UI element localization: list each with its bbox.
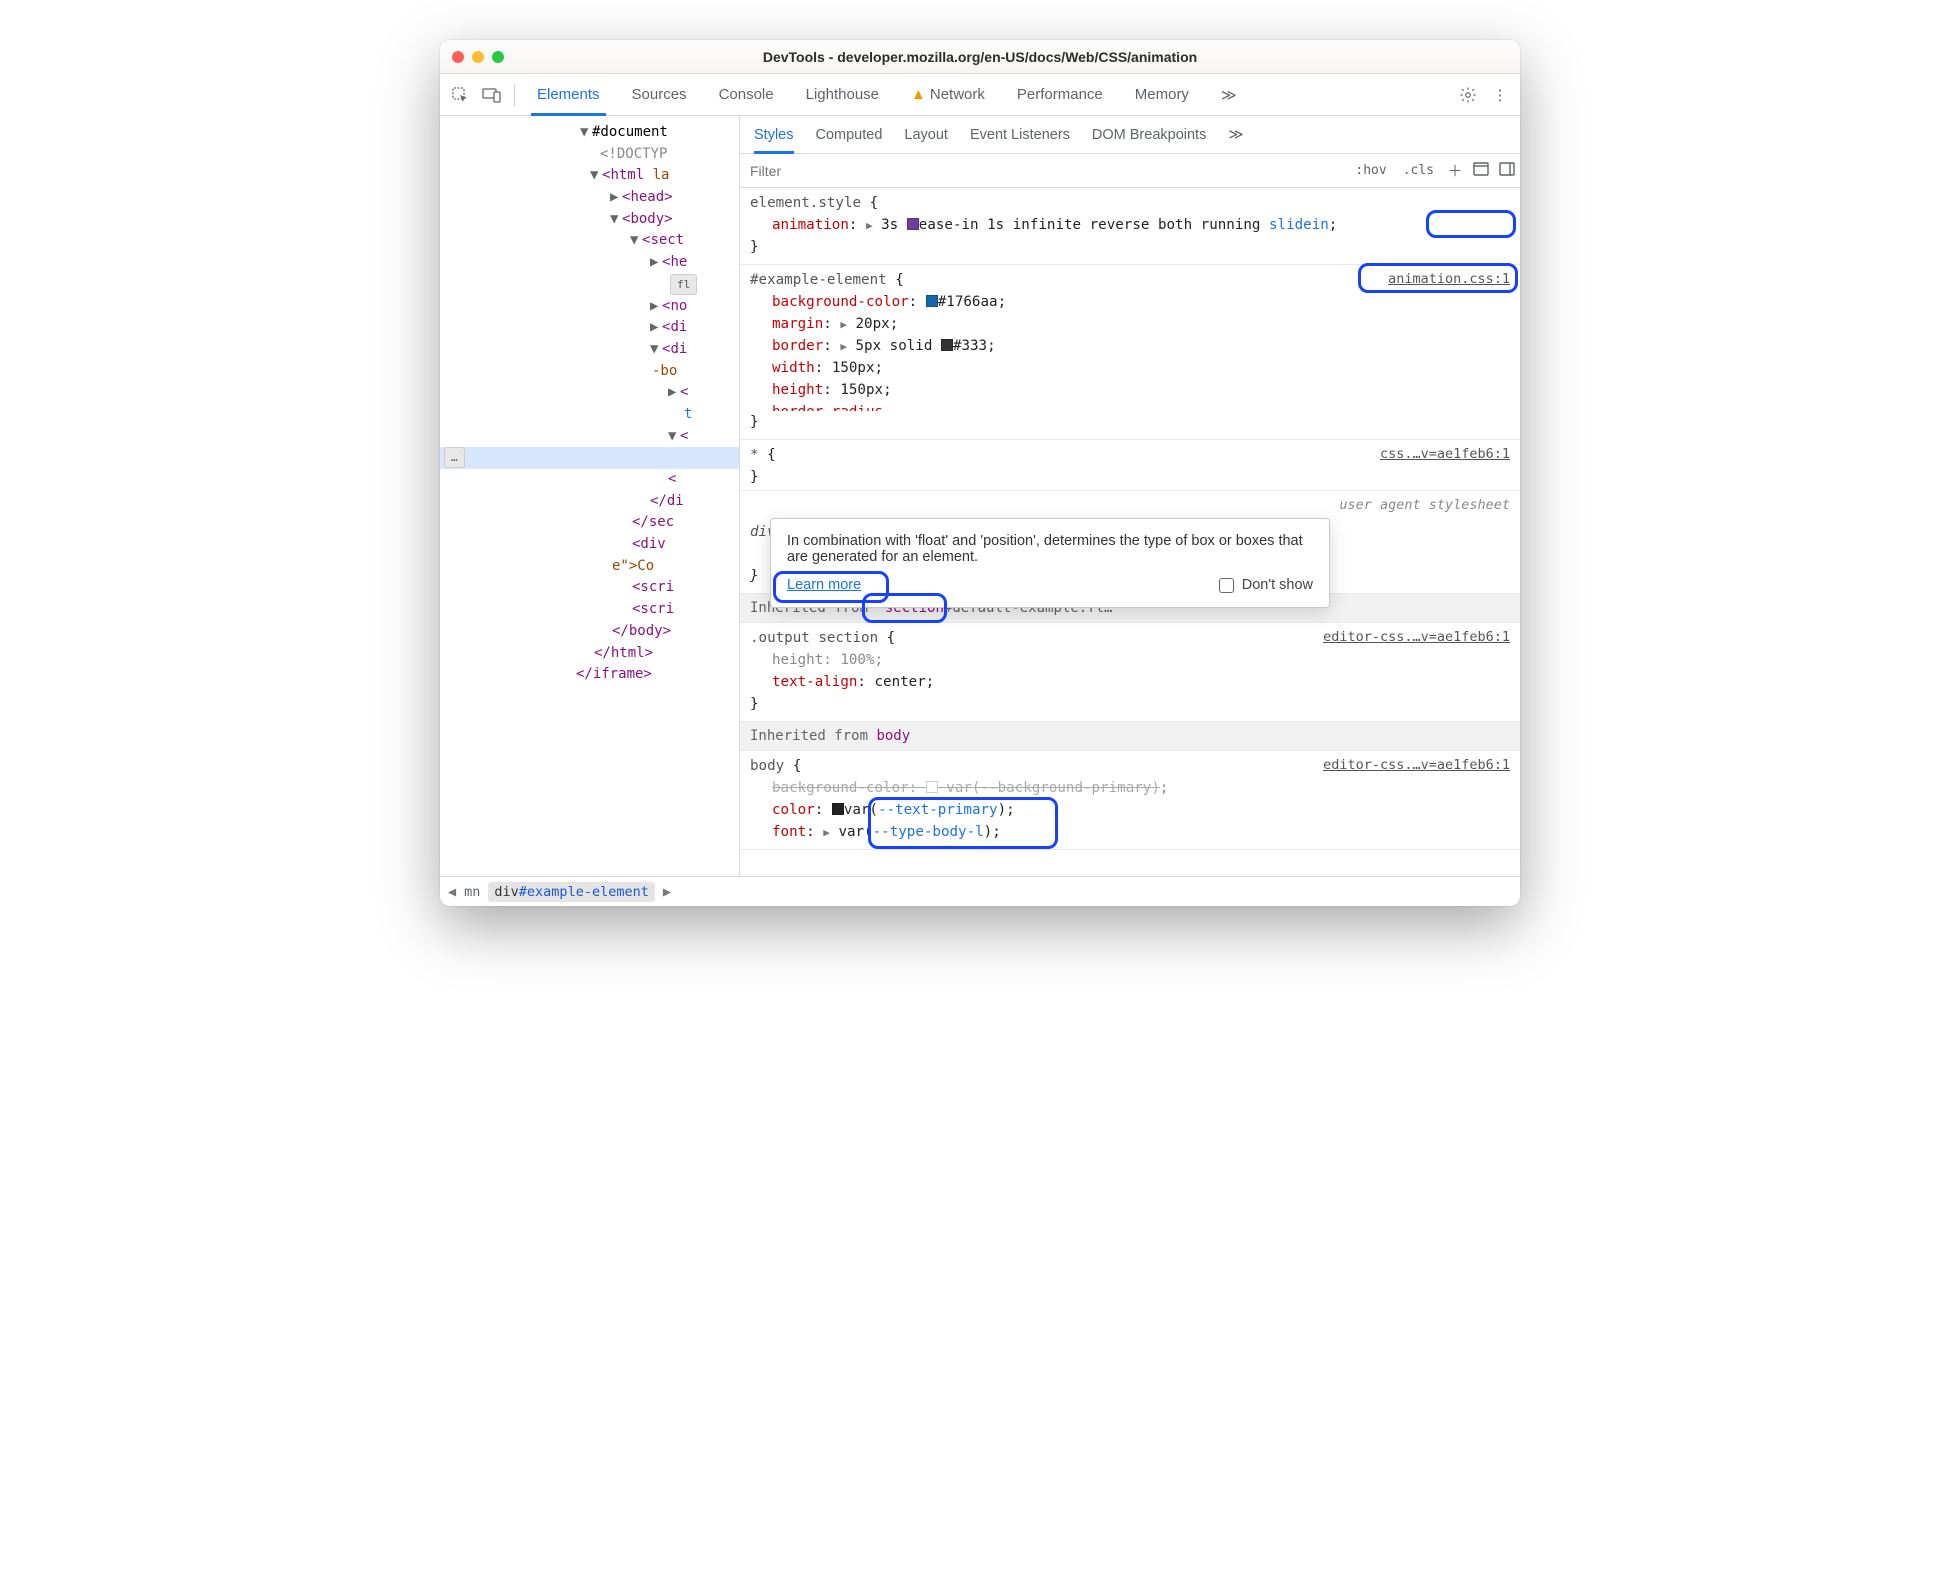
tab-lighthouse[interactable]: Lighthouse bbox=[792, 74, 893, 116]
zoom-window-button[interactable] bbox=[492, 51, 504, 63]
styles-pane: Styles Computed Layout Event Listeners D… bbox=[740, 116, 1520, 876]
minimize-window-button[interactable] bbox=[472, 51, 484, 63]
subtab-computed[interactable]: Computed bbox=[816, 116, 883, 154]
easing-swatch-icon[interactable] bbox=[907, 218, 919, 230]
devtools-window: DevTools - developer.mozilla.org/en-US/d… bbox=[440, 40, 1520, 906]
color-swatch-icon[interactable] bbox=[926, 295, 938, 307]
user-agent-label: user agent stylesheet bbox=[1339, 495, 1510, 516]
window-title: DevTools - developer.mozilla.org/en-US/d… bbox=[440, 49, 1520, 65]
settings-icon[interactable] bbox=[1454, 81, 1482, 109]
learn-more-link[interactable]: Learn more bbox=[787, 577, 861, 593]
tab-console[interactable]: Console bbox=[705, 74, 788, 116]
dont-show-checkbox[interactable]: Don't show bbox=[1219, 577, 1313, 593]
hov-toggle[interactable]: :hov bbox=[1347, 163, 1394, 178]
tabs-overflow[interactable]: ≫ bbox=[1207, 74, 1251, 116]
rule-output-section[interactable]: editor-css.…v=ae1feb6:1 .output section … bbox=[740, 623, 1520, 722]
breadcrumb-left-arrow[interactable]: ◀ bbox=[448, 884, 456, 900]
animation-name-link[interactable]: slidein bbox=[1269, 217, 1329, 233]
toggle-sidebar-icon[interactable] bbox=[1494, 162, 1520, 180]
color-swatch-icon[interactable] bbox=[832, 803, 844, 815]
breadcrumb-bar: ◀ mn div#example-element ▶ bbox=[440, 876, 1520, 906]
css-help-tooltip: In combination with 'float' and 'positio… bbox=[770, 518, 1330, 608]
dom-document-node[interactable]: #document bbox=[592, 124, 668, 140]
tab-performance[interactable]: Performance bbox=[1003, 74, 1117, 116]
new-style-rule-icon[interactable]: ＋ bbox=[1442, 160, 1468, 181]
source-editor-css-1[interactable]: editor-css.…v=ae1feb6:1 bbox=[1323, 627, 1510, 648]
titlebar: DevTools - developer.mozilla.org/en-US/d… bbox=[440, 40, 1520, 74]
selected-ellipsis: … bbox=[444, 447, 465, 468]
dom-tree-panel[interactable]: ▼#document <!DOCTYP ▼<html la ▶<head> ▼<… bbox=[440, 116, 740, 876]
rule-body[interactable]: editor-css.…v=ae1feb6:1 body { backgroun… bbox=[740, 751, 1520, 850]
computed-styles-icon[interactable] bbox=[1468, 162, 1494, 180]
styles-filter-row: :hov .cls ＋ bbox=[740, 154, 1520, 188]
inspect-element-icon[interactable] bbox=[446, 81, 474, 109]
styles-subtabs: Styles Computed Layout Event Listeners D… bbox=[740, 116, 1520, 154]
more-menu-icon[interactable]: ⋮ bbox=[1486, 81, 1514, 109]
main-content: ▼#document <!DOCTYP ▼<html la ▶<head> ▼<… bbox=[440, 116, 1520, 876]
styles-filter-input[interactable] bbox=[740, 154, 1347, 187]
rule-universal[interactable]: css.…v=ae1feb6:1 * { } bbox=[740, 440, 1520, 491]
warning-icon: ▲ bbox=[911, 86, 926, 103]
tab-memory[interactable]: Memory bbox=[1121, 74, 1203, 116]
tooltip-text: In combination with 'float' and 'positio… bbox=[787, 533, 1313, 565]
flex-badge[interactable]: fl bbox=[670, 274, 697, 295]
subtab-styles[interactable]: Styles bbox=[754, 116, 794, 154]
main-toolbar: Elements Sources Console Lighthouse ▲Net… bbox=[440, 74, 1520, 116]
subtab-dom-breakpoints[interactable]: DOM Breakpoints bbox=[1092, 116, 1206, 154]
traffic-lights bbox=[452, 51, 504, 63]
breadcrumb-prev[interactable]: mn bbox=[464, 884, 480, 900]
rule-element-style[interactable]: element.style { animation: ▶ 3s ease-in … bbox=[740, 188, 1520, 265]
subtab-event-listeners[interactable]: Event Listeners bbox=[970, 116, 1070, 154]
tab-sources[interactable]: Sources bbox=[618, 74, 701, 116]
source-editor-css-2[interactable]: editor-css.…v=ae1feb6:1 bbox=[1323, 755, 1510, 776]
breadcrumb-selected[interactable]: div#example-element bbox=[488, 882, 654, 902]
breadcrumb-right-arrow[interactable]: ▶ bbox=[663, 884, 671, 900]
dom-doctype: <!DOCTYP bbox=[440, 144, 739, 166]
inherited-from-body: Inherited from body bbox=[740, 722, 1520, 751]
checkbox-icon[interactable] bbox=[1219, 578, 1234, 593]
subtabs-overflow[interactable]: ≫ bbox=[1228, 116, 1243, 154]
subtab-layout[interactable]: Layout bbox=[904, 116, 948, 154]
tab-elements[interactable]: Elements bbox=[523, 74, 614, 116]
close-window-button[interactable] bbox=[452, 51, 464, 63]
rule-example-element[interactable]: animation.css:1 #example-element { backg… bbox=[740, 265, 1520, 440]
device-toolbar-icon[interactable] bbox=[478, 81, 506, 109]
source-css-truncated-1[interactable]: css.…v=ae1feb6:1 bbox=[1380, 444, 1510, 465]
source-animation-css[interactable]: animation.css:1 bbox=[1388, 269, 1510, 290]
color-swatch-icon[interactable] bbox=[941, 339, 953, 351]
cls-toggle[interactable]: .cls bbox=[1395, 163, 1442, 178]
tab-network[interactable]: ▲Network bbox=[897, 74, 999, 116]
